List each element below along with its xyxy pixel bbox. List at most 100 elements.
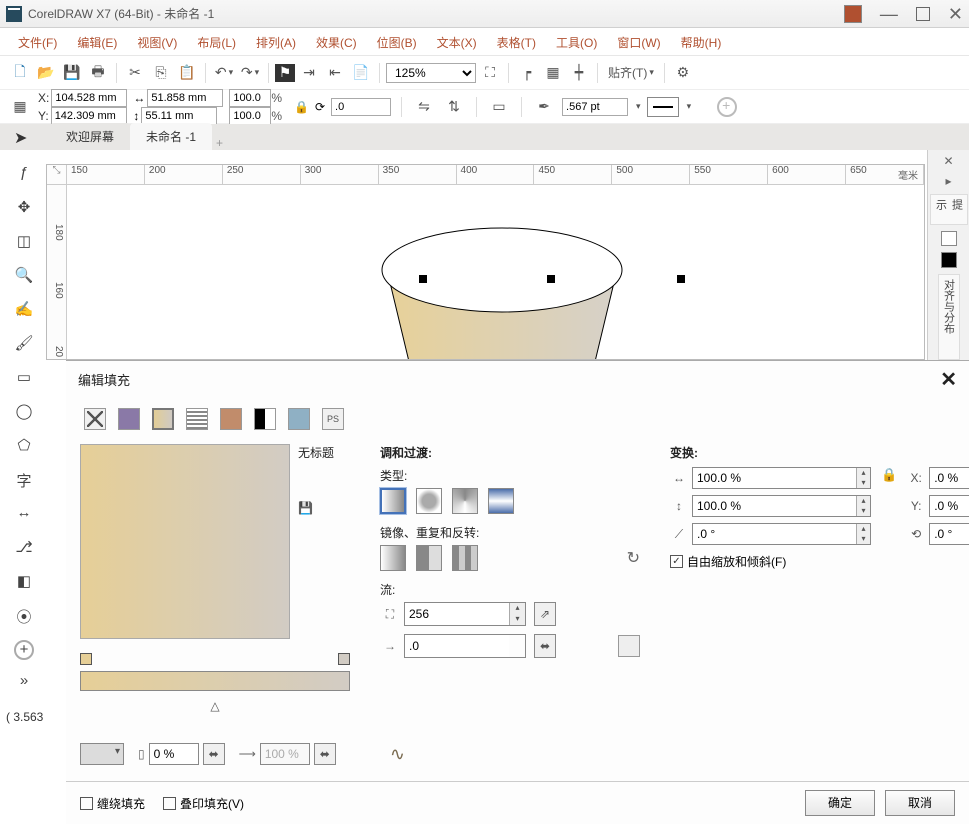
menu-layout[interactable]: 布局(L) xyxy=(187,28,246,55)
gradient-node-end[interactable] xyxy=(338,653,350,665)
fill-none-tab[interactable] xyxy=(84,408,106,430)
zoom-tool-icon[interactable]: 🔍 xyxy=(13,266,35,288)
rectangular-fountain-button[interactable] xyxy=(488,488,514,514)
fill-x-offset[interactable] xyxy=(930,468,969,488)
menu-bitmap[interactable]: 位图(B) xyxy=(367,28,427,55)
artistic-media-icon[interactable]: 🖌 xyxy=(13,334,35,356)
print-icon[interactable]: 🖶 xyxy=(86,61,110,85)
fill-fountain-tab[interactable] xyxy=(152,408,174,430)
tab-welcome[interactable]: 欢迎屏幕 xyxy=(50,123,130,150)
add-preset-icon[interactable] xyxy=(717,97,737,117)
cancel-button[interactable]: 取消 xyxy=(885,790,955,816)
rectangle-tool-icon[interactable]: ▭ xyxy=(13,368,35,390)
fill-postscript-tab[interactable]: PS xyxy=(322,408,344,430)
y-position[interactable] xyxy=(51,107,127,125)
export-icon[interactable]: ⇤ xyxy=(323,61,347,85)
freehand-tool-icon[interactable]: ƒ xyxy=(13,164,35,186)
fountain-steps[interactable] xyxy=(405,603,509,625)
fill-texture-tab[interactable] xyxy=(288,408,310,430)
docker-expand-icon[interactable]: ▸ xyxy=(945,174,951,188)
rotation-angle[interactable] xyxy=(331,98,391,116)
conical-fountain-button[interactable] xyxy=(452,488,478,514)
elliptical-fountain-button[interactable] xyxy=(416,488,442,514)
fill-rotate[interactable] xyxy=(930,524,969,544)
fill-bitmap-pattern-tab[interactable] xyxy=(220,408,242,430)
gradient-node-start[interactable] xyxy=(80,653,92,665)
tab-document[interactable]: 未命名 -1 xyxy=(130,123,212,150)
curve-tool-icon[interactable]: ✍ xyxy=(13,300,35,322)
object-width[interactable] xyxy=(147,89,223,107)
edge-offset[interactable] xyxy=(405,635,509,657)
full-screen-icon[interactable]: ⛶ xyxy=(478,61,502,85)
paste-icon[interactable]: 📋 xyxy=(175,61,199,85)
eyedropper-tool-icon[interactable]: ⦿ xyxy=(13,606,35,628)
zoom-level[interactable]: 125% xyxy=(386,63,476,83)
effects-tool-icon[interactable]: ◧ xyxy=(13,572,35,594)
show-rulers-icon[interactable]: ┍ xyxy=(515,61,539,85)
mirror-v-icon[interactable]: ⇅ xyxy=(442,95,466,119)
new-icon[interactable]: 🗋 xyxy=(8,61,32,85)
default-blend-button[interactable] xyxy=(380,545,406,571)
copy-icon[interactable]: ⎘ xyxy=(149,61,173,85)
smooth-icon[interactable]: ∿ xyxy=(390,744,405,765)
save-preset-icon[interactable]: 💾 xyxy=(298,501,334,515)
midpoint-marker[interactable]: △ xyxy=(210,699,219,713)
text-tool-icon[interactable]: 字 xyxy=(13,470,35,492)
add-tab-button[interactable]: + xyxy=(216,136,223,150)
menu-file[interactable]: 文件(F) xyxy=(8,28,67,55)
connector-tool-icon[interactable]: ⎇ xyxy=(13,538,35,560)
snap-menu[interactable]: 贴齐(T) ▾ xyxy=(604,61,658,85)
color-swatch-white[interactable] xyxy=(941,231,957,246)
fill-y-offset[interactable] xyxy=(930,496,969,516)
acceleration-icon[interactable]: ⇗ xyxy=(534,602,556,626)
maximize-button[interactable] xyxy=(916,7,930,21)
node-color-picker[interactable] xyxy=(80,743,124,765)
selection-handle[interactable] xyxy=(677,275,685,283)
node-transparency[interactable] xyxy=(149,743,199,765)
color-swatch-black[interactable] xyxy=(941,252,957,267)
fill-preview[interactable] xyxy=(80,444,290,639)
shape-tool-icon[interactable]: ✥ xyxy=(13,198,35,220)
menu-arrange[interactable]: 排列(A) xyxy=(246,28,306,55)
search-content-icon[interactable]: ⚑ xyxy=(275,64,295,82)
lock-transform-icon[interactable]: 🔒 xyxy=(881,467,897,483)
fill-width[interactable] xyxy=(693,468,856,488)
scale-y[interactable] xyxy=(229,107,271,125)
line-style-picker[interactable] xyxy=(647,97,679,117)
dimension-tool-icon[interactable]: ↔ xyxy=(13,504,35,526)
menu-effects[interactable]: 效果(C) xyxy=(306,28,367,55)
menu-help[interactable]: 帮助(H) xyxy=(671,28,732,55)
menu-tools[interactable]: 工具(O) xyxy=(546,28,607,55)
docker-close-icon[interactable]: ✕ xyxy=(943,154,953,168)
overprint-fill-checkbox[interactable] xyxy=(163,797,176,810)
ruler-origin[interactable]: ⤡ xyxy=(47,165,67,185)
more-tools-icon[interactable]: » xyxy=(13,672,35,694)
menu-text[interactable]: 文本(X) xyxy=(427,28,487,55)
dialog-close-button[interactable]: ✕ xyxy=(940,367,957,392)
menu-window[interactable]: 窗口(W) xyxy=(607,28,670,55)
menu-table[interactable]: 表格(T) xyxy=(487,28,546,55)
publish-pdf-icon[interactable]: 📄 xyxy=(349,61,373,85)
selection-handle[interactable] xyxy=(547,275,555,283)
show-guidelines-icon[interactable]: ┿ xyxy=(567,61,591,85)
fill-vector-pattern-tab[interactable] xyxy=(186,408,208,430)
lock-ratio-icon[interactable] xyxy=(294,100,309,114)
swap-colors-icon[interactable] xyxy=(618,635,640,657)
to-front-icon[interactable]: ▭ xyxy=(487,95,511,119)
mirror-h-icon[interactable]: ⇋ xyxy=(412,95,436,119)
reverse-fill-icon[interactable]: ↻ xyxy=(627,548,640,568)
gradient-bar[interactable] xyxy=(80,671,350,691)
fill-skew[interactable] xyxy=(693,524,856,544)
pick-tool-icon[interactable]: ➤ xyxy=(14,128,27,148)
undo-icon[interactable]: ↶▾ xyxy=(212,61,236,85)
fill-two-color-tab[interactable] xyxy=(254,408,276,430)
outline-width[interactable] xyxy=(562,98,628,116)
hints-docker-tab[interactable]: 提示 xyxy=(930,194,968,225)
selection-handle[interactable] xyxy=(419,275,427,283)
save-icon[interactable]: 💾 xyxy=(60,61,84,85)
object-height[interactable] xyxy=(141,107,217,125)
offset-lock-icon[interactable]: ⬌ xyxy=(534,634,556,658)
options-icon[interactable]: ⚙ xyxy=(671,61,695,85)
redo-icon[interactable]: ↷▾ xyxy=(238,61,262,85)
gradient-slider[interactable]: △ xyxy=(80,653,350,703)
